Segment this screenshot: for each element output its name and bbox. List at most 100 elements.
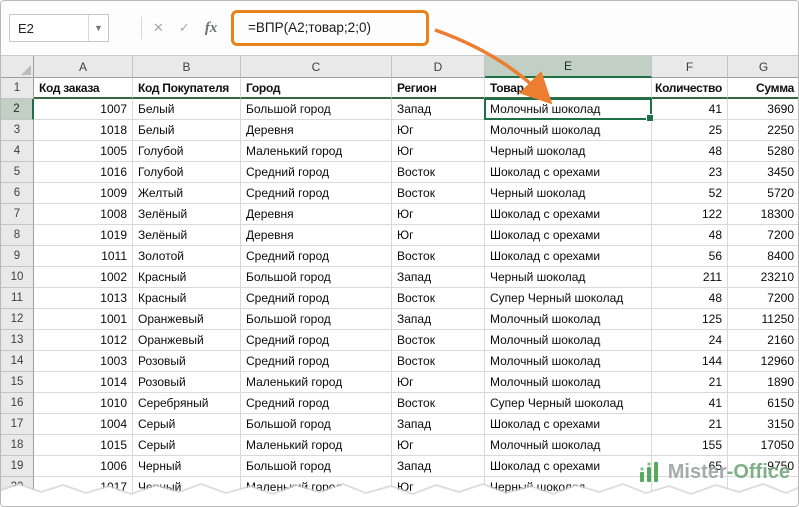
cell-B16[interactable]: Серебряный (133, 393, 241, 414)
cell-E7[interactable]: Шоколад с орехами (485, 204, 652, 225)
cell-F10[interactable]: 211 (652, 267, 728, 288)
cell-G10[interactable]: 23210 (728, 267, 799, 288)
row-header-11[interactable]: 11 (1, 288, 34, 309)
cell-A12[interactable]: 1001 (34, 309, 133, 330)
cell-B15[interactable]: Розовый (133, 372, 241, 393)
cell-A19[interactable]: 1006 (34, 456, 133, 477)
cell-F14[interactable]: 144 (652, 351, 728, 372)
cell-G16[interactable]: 6150 (728, 393, 799, 414)
cell-C19[interactable]: Большой город (241, 456, 392, 477)
row-header-12[interactable]: 12 (1, 309, 34, 330)
cell-A8[interactable]: 1019 (34, 225, 133, 246)
cell-F3[interactable]: 25 (652, 120, 728, 141)
cell-D12[interactable]: Запад (392, 309, 485, 330)
cell-A10[interactable]: 1002 (34, 267, 133, 288)
row-header-1[interactable]: 1 (1, 78, 34, 99)
cell-C10[interactable]: Большой город (241, 267, 392, 288)
cell-E10[interactable]: Черный шоколад (485, 267, 652, 288)
cell-D2[interactable]: Запад (392, 99, 485, 120)
cell-F16[interactable]: 41 (652, 393, 728, 414)
cell-A4[interactable]: 1005 (34, 141, 133, 162)
cell-D4[interactable]: Юг (392, 141, 485, 162)
row-header-9[interactable]: 9 (1, 246, 34, 267)
cell-C16[interactable]: Средний город (241, 393, 392, 414)
cell-D1[interactable]: Регион (392, 78, 485, 99)
cell-E3[interactable]: Молочный шоколад (485, 120, 652, 141)
cell-A20[interactable]: 1017 (34, 477, 133, 498)
cell-D19[interactable]: Запад (392, 456, 485, 477)
cell-D17[interactable]: Запад (392, 414, 485, 435)
cell-D11[interactable]: Восток (392, 288, 485, 309)
row-header-18[interactable]: 18 (1, 435, 34, 456)
row-header-2[interactable]: 2 (1, 99, 34, 120)
cell-F4[interactable]: 48 (652, 141, 728, 162)
cell-A9[interactable]: 1011 (34, 246, 133, 267)
cell-A6[interactable]: 1009 (34, 183, 133, 204)
row-header-20[interactable]: 20 (1, 477, 34, 498)
cell-D15[interactable]: Юг (392, 372, 485, 393)
cell-A1[interactable]: Код заказа (34, 78, 133, 99)
cell-D13[interactable]: Восток (392, 330, 485, 351)
cell-D16[interactable]: Восток (392, 393, 485, 414)
cell-E19[interactable]: Шоколад с орехами (485, 456, 652, 477)
select-all-corner[interactable] (1, 56, 34, 78)
cell-F6[interactable]: 52 (652, 183, 728, 204)
cell-B17[interactable]: Серый (133, 414, 241, 435)
cell-D3[interactable]: Юг (392, 120, 485, 141)
cell-C2[interactable]: Большой город (241, 99, 392, 120)
cell-B14[interactable]: Розовый (133, 351, 241, 372)
cell-D20[interactable]: Юг (392, 477, 485, 498)
cell-C8[interactable]: Деревня (241, 225, 392, 246)
cell-B6[interactable]: Желтый (133, 183, 241, 204)
cell-A7[interactable]: 1008 (34, 204, 133, 225)
cell-B1[interactable]: Код Покупателя (133, 78, 241, 99)
cell-A5[interactable]: 1016 (34, 162, 133, 183)
cell-A14[interactable]: 1003 (34, 351, 133, 372)
cell-C20[interactable]: Маленький город (241, 477, 392, 498)
cell-G17[interactable]: 3150 (728, 414, 799, 435)
cell-C17[interactable]: Большой город (241, 414, 392, 435)
cell-B9[interactable]: Золотой (133, 246, 241, 267)
cell-D18[interactable]: Юг (392, 435, 485, 456)
cell-C1[interactable]: Город (241, 78, 392, 99)
cell-B20[interactable]: Черный (133, 477, 241, 498)
cell-B8[interactable]: Зелёный (133, 225, 241, 246)
cell-F1[interactable]: Количество (652, 78, 728, 99)
cell-B19[interactable]: Черный (133, 456, 241, 477)
row-header-4[interactable]: 4 (1, 141, 34, 162)
cell-B7[interactable]: Зелёный (133, 204, 241, 225)
row-header-13[interactable]: 13 (1, 330, 34, 351)
cell-E5[interactable]: Шоколад с орехами (485, 162, 652, 183)
cell-E2[interactable]: Молочный шоколад (485, 99, 652, 120)
cell-B18[interactable]: Серый (133, 435, 241, 456)
cell-G15[interactable]: 1890 (728, 372, 799, 393)
cell-E11[interactable]: Супер Черный шоколад (485, 288, 652, 309)
cell-B5[interactable]: Голубой (133, 162, 241, 183)
cell-G9[interactable]: 8400 (728, 246, 799, 267)
col-header-G[interactable]: G (728, 56, 799, 78)
cell-E4[interactable]: Черный шоколад (485, 141, 652, 162)
name-box-dropdown-icon[interactable]: ▼ (88, 15, 108, 41)
cell-A15[interactable]: 1014 (34, 372, 133, 393)
cell-E6[interactable]: Черный шоколад (485, 183, 652, 204)
cell-G18[interactable]: 17050 (728, 435, 799, 456)
cell-A18[interactable]: 1015 (34, 435, 133, 456)
cell-E1[interactable]: Товар (485, 78, 652, 99)
cell-G12[interactable]: 11250 (728, 309, 799, 330)
row-header-7[interactable]: 7 (1, 204, 34, 225)
cell-E17[interactable]: Шоколад с орехами (485, 414, 652, 435)
cell-C13[interactable]: Средний город (241, 330, 392, 351)
cell-C3[interactable]: Деревня (241, 120, 392, 141)
cell-F8[interactable]: 48 (652, 225, 728, 246)
cell-E9[interactable]: Шоколад с орехами (485, 246, 652, 267)
cancel-icon[interactable]: ✕ (153, 20, 164, 36)
row-header-15[interactable]: 15 (1, 372, 34, 393)
cell-D6[interactable]: Восток (392, 183, 485, 204)
row-header-17[interactable]: 17 (1, 414, 34, 435)
cell-E14[interactable]: Молочный шоколад (485, 351, 652, 372)
cell-A17[interactable]: 1004 (34, 414, 133, 435)
cell-C9[interactable]: Средний город (241, 246, 392, 267)
cell-B11[interactable]: Красный (133, 288, 241, 309)
cell-D14[interactable]: Восток (392, 351, 485, 372)
cell-D8[interactable]: Юг (392, 225, 485, 246)
